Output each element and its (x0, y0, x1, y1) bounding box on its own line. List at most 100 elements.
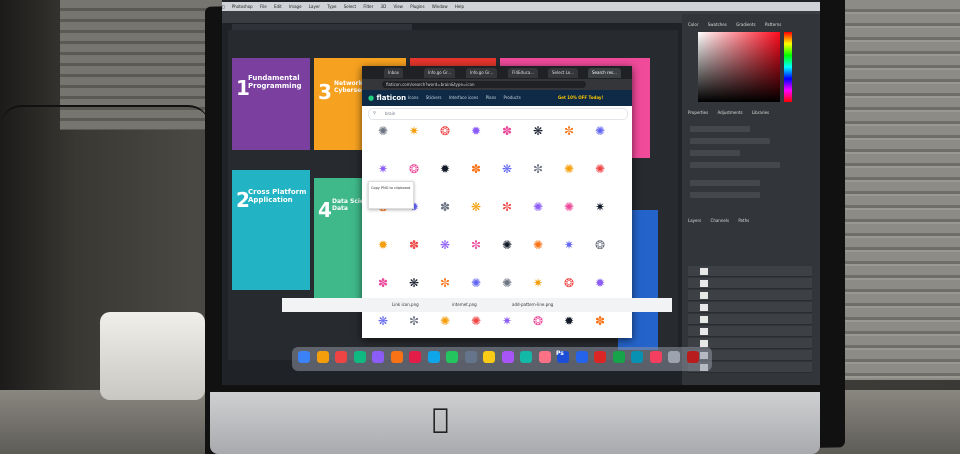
dock-app-icon[interactable] (464, 351, 477, 363)
brain-icon[interactable]: ✷ (562, 238, 576, 252)
photoshop-dock-label[interactable]: Ps (556, 350, 564, 357)
brain-icon[interactable]: ✺ (376, 124, 390, 138)
brain-icon[interactable]: ✺ (500, 238, 514, 252)
dock-app-icon[interactable] (298, 351, 310, 363)
brain-icon[interactable]: ❋ (376, 314, 390, 328)
nav-icons[interactable]: Icons (408, 95, 418, 100)
flaticon-logo[interactable]: ● flaticon (368, 94, 406, 102)
brain-icon[interactable]: ✽ (500, 124, 514, 138)
brain-icon[interactable]: ✹ (438, 162, 452, 176)
brain-icon[interactable]: ✽ (438, 200, 452, 214)
brain-icon[interactable]: ✺ (531, 200, 545, 214)
menu-item[interactable]: Select (344, 4, 356, 9)
dock-app-icon[interactable] (483, 351, 495, 363)
menu-item[interactable]: Plugins (410, 4, 424, 9)
dock-app-icon[interactable] (686, 351, 699, 363)
brain-icon[interactable]: ❂ (531, 314, 545, 328)
dock-app-icon[interactable] (427, 351, 440, 363)
download-item[interactable]: internet.png (452, 301, 477, 309)
dock-app-icon[interactable] (520, 351, 532, 363)
property-field[interactable] (690, 150, 740, 156)
tab-properties[interactable]: Properties (688, 110, 708, 115)
brain-icon[interactable]: ✺ (500, 276, 514, 290)
brain-icon[interactable]: ❂ (593, 238, 607, 252)
layers-panel-tabs[interactable]: Layers Channels Paths (688, 218, 757, 223)
brain-icon[interactable]: ❂ (562, 276, 576, 290)
promo-banner[interactable]: Get 10% OFF Today! (558, 95, 603, 100)
brain-icon[interactable]: ❋ (438, 238, 452, 252)
dock-app-icon[interactable] (409, 351, 421, 363)
menu-item[interactable]: View (393, 4, 403, 9)
dock-app-icon[interactable] (372, 351, 384, 363)
menu-item[interactable]: Window (432, 4, 448, 9)
dock-app-icon[interactable] (501, 351, 514, 363)
nav-interface-icons[interactable]: Interface icons (449, 95, 479, 100)
property-field[interactable] (690, 192, 760, 198)
brain-icon[interactable]: ✼ (469, 238, 483, 252)
dock-app-icon[interactable] (668, 351, 680, 363)
download-item[interactable]: add-pattern-line.png (512, 301, 553, 309)
brain-icon[interactable]: ✷ (376, 162, 390, 176)
browser-tab[interactable]: Inbox (384, 68, 403, 78)
brain-icon[interactable]: ❂ (438, 124, 452, 138)
apple-menu-icon[interactable]:  (222, 4, 224, 9)
dock-app-icon[interactable] (446, 351, 458, 363)
nav-products[interactable]: Products (504, 95, 521, 100)
menu-item[interactable]: Help (455, 4, 464, 9)
browser-tab[interactable]: Info.go Gr... (424, 68, 456, 78)
tab-layers[interactable]: Layers (688, 218, 701, 223)
brain-icon[interactable]: ✷ (531, 276, 545, 290)
dock-app-icon[interactable] (649, 351, 662, 363)
brain-icon[interactable]: ✺ (469, 276, 483, 290)
layer-row[interactable] (688, 278, 812, 289)
brain-icon[interactable]: ✷ (593, 200, 607, 214)
nav-plans[interactable]: Plans (486, 95, 497, 100)
dock-app-icon[interactable] (538, 351, 551, 363)
brain-icon[interactable]: ✹ (562, 314, 576, 328)
brain-icon[interactable]: ❋ (531, 124, 545, 138)
brain-icon[interactable]: ✺ (562, 200, 576, 214)
brain-icon[interactable]: ✽ (376, 276, 390, 290)
brain-icon[interactable]: ✷ (407, 124, 421, 138)
menu-item[interactable]: Layer (309, 4, 320, 9)
brain-icon[interactable]: ❂ (407, 162, 421, 176)
menu-item[interactable]: Edit (274, 4, 282, 9)
layer-row[interactable] (688, 314, 812, 325)
brain-icon[interactable]: ✼ (531, 162, 545, 176)
brain-icon[interactable]: ❋ (407, 276, 421, 290)
tab-paths[interactable]: Paths (738, 218, 749, 223)
property-field[interactable] (690, 162, 780, 168)
property-field[interactable] (690, 180, 760, 186)
tab-swatches[interactable]: Swatches (708, 22, 727, 27)
brain-icon[interactable]: ✷ (500, 314, 514, 328)
color-panel-tabs[interactable]: Color Swatches Gradients Patterns (688, 22, 789, 27)
brain-icon[interactable]: ✼ (407, 314, 421, 328)
dock-app-icon[interactable] (612, 351, 625, 363)
menu-item[interactable]: Photoshop (232, 4, 253, 9)
tab-adjustments[interactable]: Adjustments (718, 110, 743, 115)
dock-app-icon[interactable] (390, 351, 403, 363)
brain-icon[interactable]: ✺ (438, 314, 452, 328)
layer-row[interactable] (688, 266, 812, 277)
tab-color[interactable]: Color (688, 22, 698, 27)
brain-icon[interactable]: ✼ (438, 276, 452, 290)
menu-item[interactable]: File (260, 4, 267, 9)
menu-item[interactable]: Image (289, 4, 302, 9)
dock-app-icon[interactable] (594, 351, 606, 363)
browser-tab[interactable]: Info.go Gr... (466, 68, 498, 78)
property-field[interactable] (690, 138, 770, 144)
brain-icon[interactable]: ✺ (593, 162, 607, 176)
browser-tab-active[interactable]: Search res... (588, 68, 621, 78)
brain-icon[interactable]: ✺ (469, 314, 483, 328)
copy-tooltip[interactable]: Copy PNG to clipboard (368, 181, 414, 209)
property-field[interactable] (690, 126, 750, 132)
url-input[interactable]: flaticon.com/search?word=brain&type=icon (382, 81, 586, 88)
tab-patterns[interactable]: Patterns (765, 22, 781, 27)
browser-tab[interactable]: Select Lo... (548, 68, 578, 78)
download-item[interactable]: Link icon.png (392, 301, 419, 309)
tab-channels[interactable]: Channels (711, 218, 730, 223)
brain-icon[interactable]: ✹ (376, 238, 390, 252)
brain-icon[interactable]: ✹ (593, 276, 607, 290)
dock-app-icon[interactable] (575, 351, 588, 363)
menu-item[interactable]: Filter (363, 4, 373, 9)
